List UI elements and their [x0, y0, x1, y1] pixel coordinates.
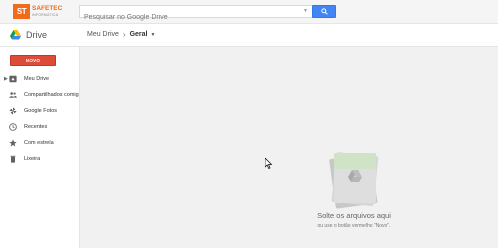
brand-logo[interactable]: ST SAFETEC INFORMÁTICA: [13, 4, 62, 19]
sidebar-item-photos[interactable]: Google Fotos: [0, 103, 79, 119]
expand-arrow-icon[interactable]: ▶: [4, 76, 8, 82]
sidebar-item-label: Com estrela: [24, 140, 54, 146]
star-icon: [9, 139, 17, 147]
sidebar-item-starred[interactable]: Com estrela: [0, 135, 79, 151]
sidebar-item-label: Recentes: [24, 124, 48, 130]
file-list-area[interactable]: Solte os arquivos aqui ou use o botão ve…: [79, 47, 498, 248]
sidebar-item-label: Meu Drive: [24, 76, 50, 82]
sidebar-item-trash[interactable]: Lixeira: [0, 151, 79, 167]
brand-tagline: INFORMÁTICA: [32, 12, 59, 17]
people-icon: [9, 92, 17, 98]
drive-window: ST SAFETEC INFORMÁTICA ▼ Drive Meu Drive: [0, 0, 498, 248]
sidebar-item-my-drive[interactable]: ▶ Meu Drive: [0, 71, 79, 87]
top-bar: ST SAFETEC INFORMÁTICA ▼: [0, 0, 498, 24]
breadcrumb-separator: ›: [122, 30, 126, 39]
search-input[interactable]: [80, 12, 300, 23]
sidebar-nav: ▶ Meu Drive Compartilhados comigo Google…: [0, 71, 82, 167]
breadcrumb-root[interactable]: Meu Drive: [87, 31, 119, 38]
app-title: Drive: [26, 30, 48, 40]
search-box: ▼: [79, 5, 313, 23]
drive-logo-icon[interactable]: [10, 30, 21, 40]
breadcrumb-current[interactable]: Geral: [130, 31, 148, 38]
sidebar-item-label: Lixeira: [24, 156, 41, 162]
breadcrumb: Meu Drive › Geral ▼: [87, 30, 155, 39]
drop-zone-subtitle: ou use o botão vermelho "Novo".: [317, 223, 391, 229]
my-drive-icon: [9, 75, 17, 83]
sidebar-item-label: Google Fotos: [24, 108, 58, 114]
clock-icon: [9, 123, 17, 131]
files-stack-illustration: [329, 152, 379, 209]
brand-mark: ST: [13, 4, 30, 19]
mouse-cursor-icon: [265, 158, 273, 169]
sidebar-item-label: Compartilhados comigo: [24, 92, 82, 98]
pinwheel-icon: [9, 107, 17, 115]
trash-icon: [10, 155, 16, 163]
chevron-down-icon[interactable]: ▼: [150, 32, 155, 38]
drive-header: Drive Meu Drive › Geral ▼: [0, 24, 498, 47]
sidebar-item-recent[interactable]: Recentes: [0, 119, 79, 135]
drop-zone-title: Solte os arquivos aqui: [317, 211, 391, 220]
sidebar-item-shared[interactable]: Compartilhados comigo: [0, 87, 82, 103]
search-icon: [320, 8, 328, 15]
search-options-icon[interactable]: ▼: [303, 8, 308, 14]
new-button[interactable]: NOVO: [10, 55, 56, 66]
brand-name: SAFETEC: [32, 4, 63, 12]
search-button[interactable]: [312, 5, 336, 18]
sidebar: NOVO ▶ Meu Drive Compartilhados comigo G…: [0, 47, 82, 248]
